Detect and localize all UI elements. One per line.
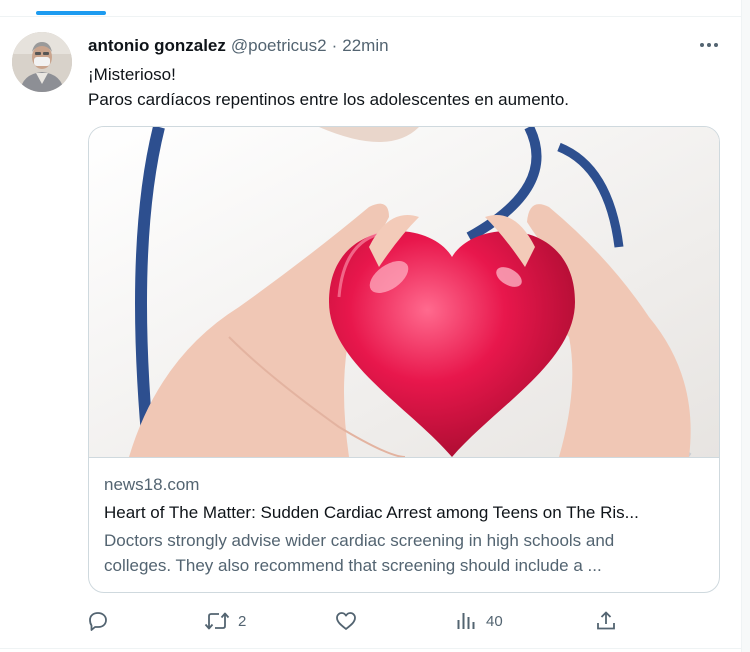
retweet-icon xyxy=(204,612,230,630)
avatar-photo xyxy=(12,32,72,92)
share-icon xyxy=(597,611,615,630)
tweet-text-line: ¡Misterioso! xyxy=(88,65,176,84)
reply-icon xyxy=(89,612,107,631)
avatar[interactable] xyxy=(12,32,72,92)
top-divider xyxy=(0,16,742,17)
views-button[interactable]: 40 xyxy=(454,606,503,636)
card-image[interactable] xyxy=(89,127,719,457)
more-dot-icon xyxy=(700,43,704,47)
tweet-header: antonio gonzalez @poetricus2 · 22min xyxy=(88,34,648,58)
reply-button[interactable] xyxy=(86,606,118,636)
tweet-text: ¡Misterioso! Paros cardíacos repentinos … xyxy=(88,62,718,112)
author-handle[interactable]: @poetricus2 xyxy=(231,36,327,56)
views-count: 40 xyxy=(486,612,503,630)
tweet-actions: 2 40 xyxy=(0,606,742,636)
card-divider xyxy=(89,457,719,458)
bottom-divider xyxy=(0,648,742,649)
card-description: Doctors strongly advise wider cardiac sc… xyxy=(104,528,704,578)
views-icon xyxy=(457,613,475,629)
active-tab-indicator xyxy=(36,11,106,15)
timeline-right-border xyxy=(741,0,742,652)
card-description-line: Doctors strongly advise wider cardiac sc… xyxy=(104,531,615,550)
card-domain: news18.com xyxy=(104,475,200,494)
like-button[interactable] xyxy=(334,606,366,636)
scrollbar-track[interactable] xyxy=(742,0,750,652)
more-dot-icon xyxy=(714,43,718,47)
heart-icon xyxy=(336,612,356,630)
card-title[interactable]: Heart of The Matter: Sudden Cardiac Arre… xyxy=(104,501,704,525)
retweet-button[interactable]: 2 xyxy=(204,606,246,636)
share-button[interactable] xyxy=(594,606,626,636)
link-preview-card[interactable]: news18.com Heart of The Matter: Sudden C… xyxy=(88,126,720,593)
author-name[interactable]: antonio gonzalez xyxy=(88,36,226,56)
tweet-text-line: Paros cardíacos repentinos entre los ado… xyxy=(88,90,570,109)
tweet-timestamp[interactable]: 22min xyxy=(342,36,388,56)
card-description-line: colleges. They also recommend that scree… xyxy=(104,556,602,575)
retweet-count: 2 xyxy=(238,612,247,630)
header-separator: · xyxy=(331,36,338,55)
heart-in-hands-image xyxy=(89,127,719,457)
more-options-button[interactable] xyxy=(692,32,726,58)
more-dot-icon xyxy=(707,43,711,47)
